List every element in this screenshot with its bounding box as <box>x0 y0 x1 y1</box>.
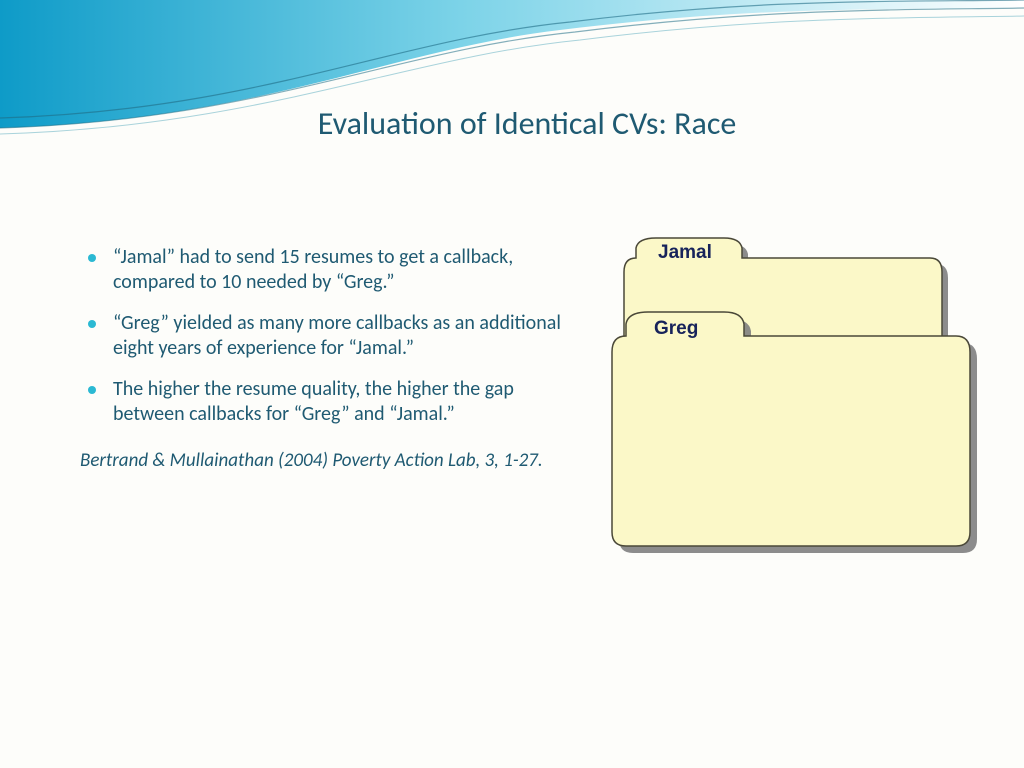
slide-title: Evaluation of Identical CVs: Race <box>0 104 1024 143</box>
folder-label-back: Jamal <box>658 242 712 263</box>
content-area: “Jamal” had to send 15 resumes to get a … <box>80 245 565 474</box>
folders-graphic: Jamal Greg <box>612 236 972 576</box>
bullet-item: The higher the resume quality, the highe… <box>80 377 565 427</box>
folder-icon-front: Greg <box>604 310 984 560</box>
bullet-item: “Jamal” had to send 15 resumes to get a … <box>80 245 565 295</box>
folder-label-front: Greg <box>654 318 698 339</box>
bullet-list: “Jamal” had to send 15 resumes to get a … <box>80 245 565 427</box>
citation-text: Bertrand & Mullainathan (2004) Poverty A… <box>107 449 565 474</box>
bullet-item: “Greg” yielded as many more callbacks as… <box>80 311 565 361</box>
